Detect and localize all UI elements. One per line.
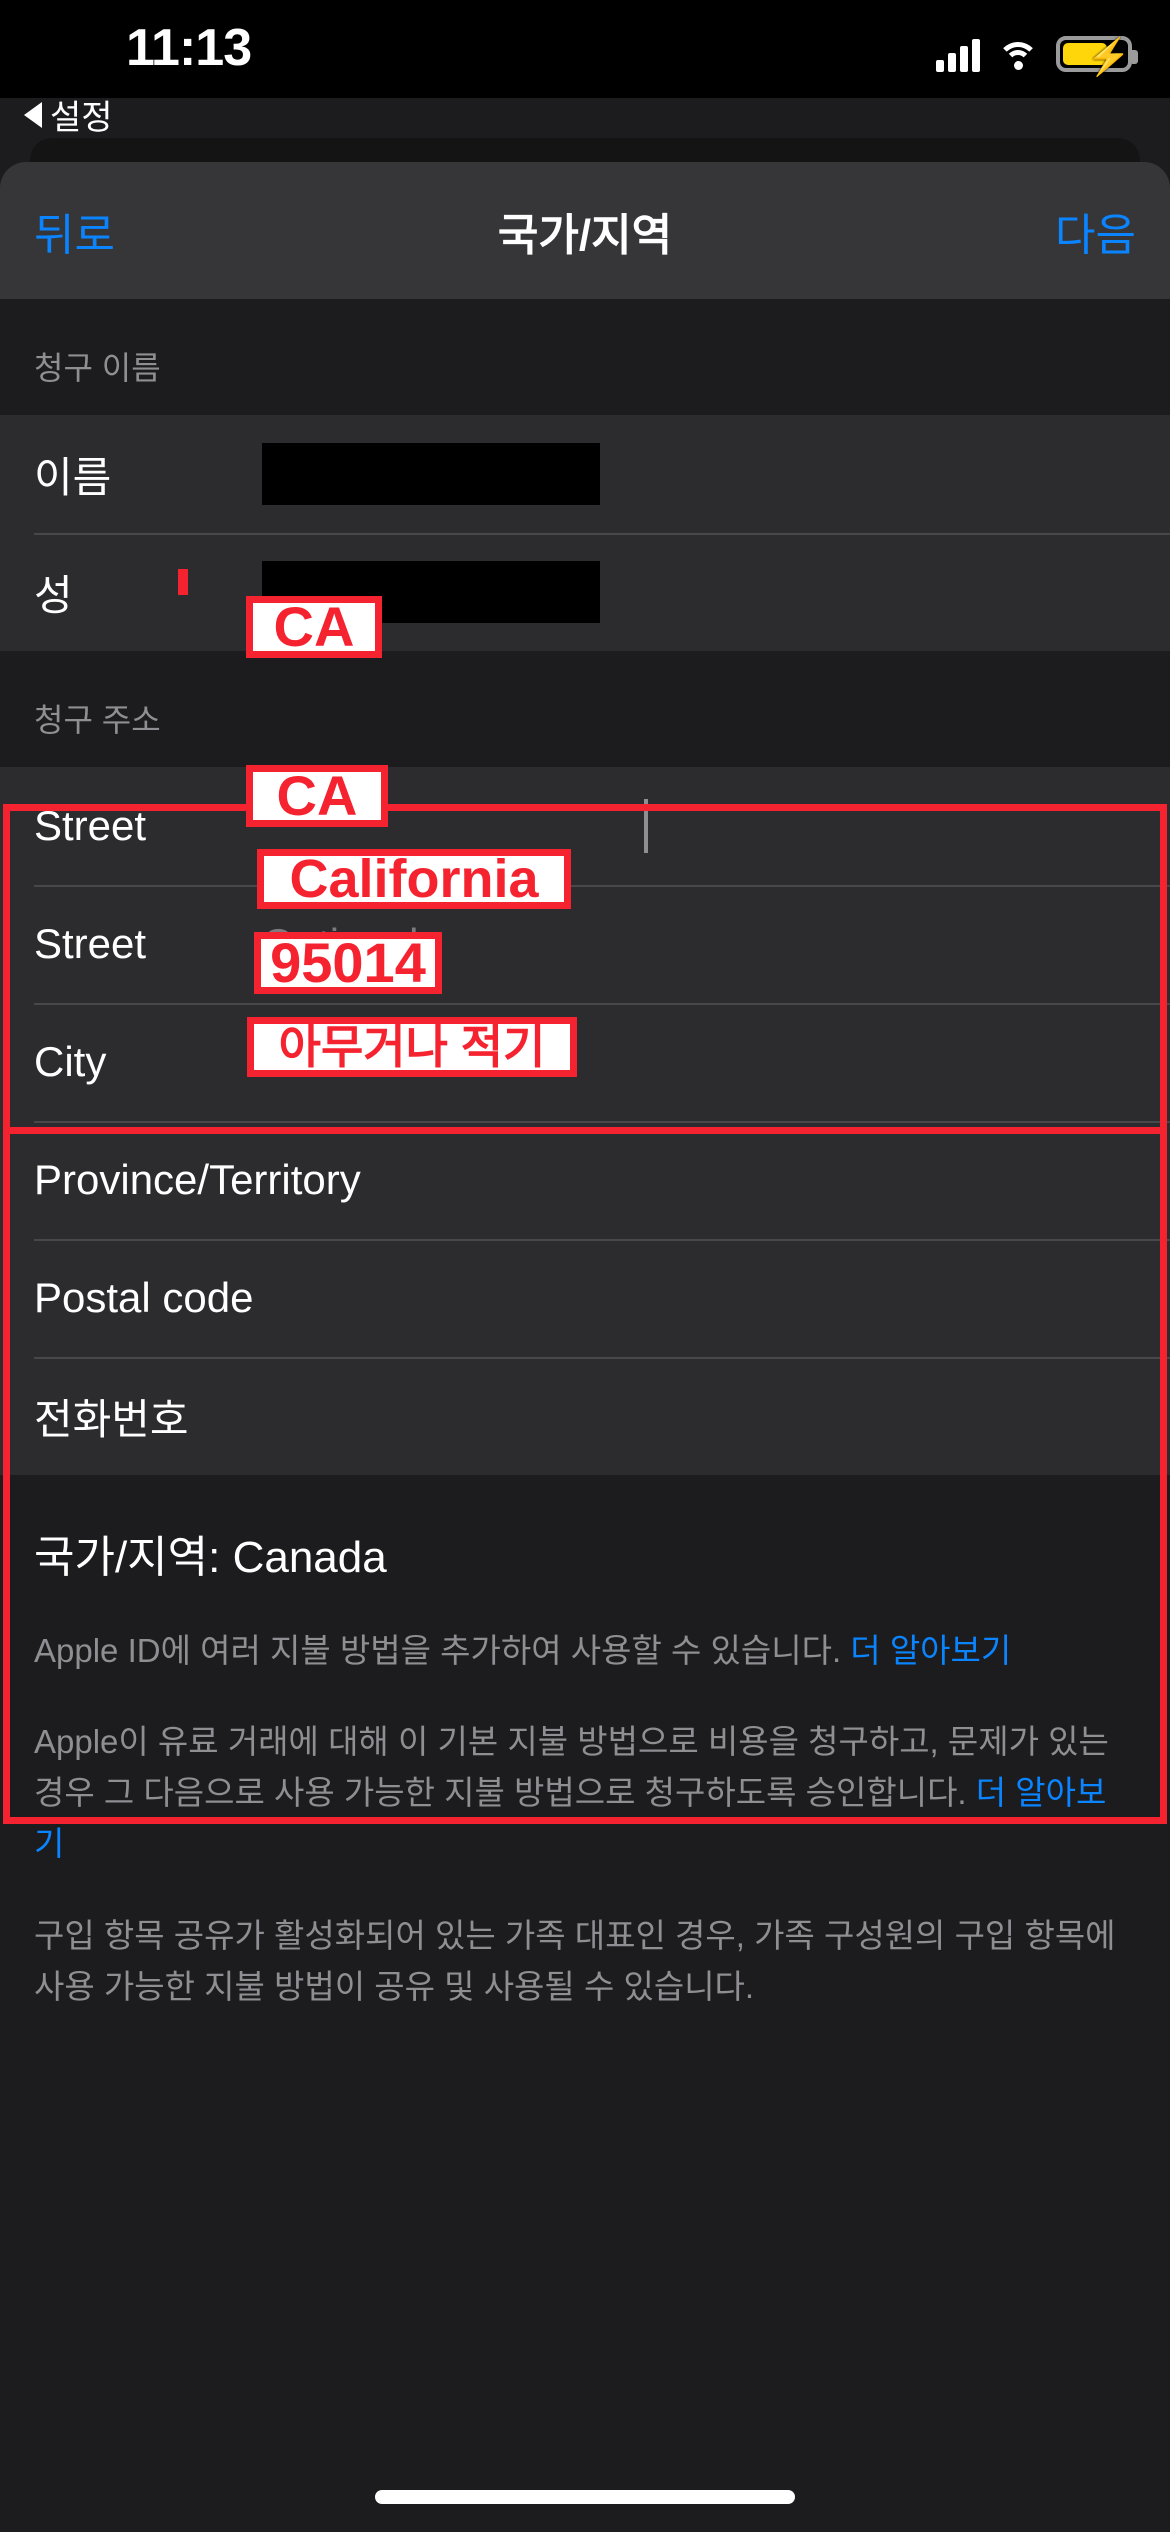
- phone-number-input[interactable]: [262, 1357, 1136, 1475]
- footnote-3-text: 구입 항목 공유가 활성화되어 있는 가족 대표인 경우, 가족 구성원의 구입…: [34, 1916, 1116, 2005]
- status-bar-time: 11:13: [126, 19, 252, 77]
- footnote-2-text: Apple이 유료 거래에 대해 이 기본 지불 방법으로 비용을 청구하고, …: [34, 1723, 1109, 1812]
- annotation-province-california: California: [257, 849, 571, 909]
- phone-number-row[interactable]: 전화번호: [0, 1357, 1170, 1475]
- city-label: City: [34, 1038, 107, 1085]
- battery-charging-icon: ⚡: [1056, 36, 1138, 75]
- street-2-label: Street: [34, 920, 147, 967]
- text-caret-icon: [644, 799, 648, 853]
- home-indicator: [375, 2490, 795, 2504]
- next-button[interactable]: 다음: [1055, 199, 1136, 263]
- city-row[interactable]: City: [0, 1003, 1170, 1121]
- annotation-street-ca: CA: [246, 596, 382, 658]
- billing-address-section-header: 청구 주소: [0, 651, 1170, 767]
- page-title: 국가/지역: [497, 210, 673, 260]
- footnote-1: Apple ID에 여러 지불 방법을 추가하여 사용할 수 있습니다. 더 알…: [34, 1625, 1136, 1676]
- status-bar-indicators: ⚡: [936, 26, 1138, 75]
- first-name-field[interactable]: [262, 415, 1136, 533]
- footnote-3: 구입 항목 공유가 활성화되어 있는 가족 대표인 경우, 가족 구성원의 구입…: [34, 1910, 1136, 2012]
- province-input[interactable]: [262, 1121, 1136, 1239]
- billing-name-group: 이름 성: [0, 415, 1170, 651]
- annotation-city-ca: CA: [246, 765, 388, 827]
- postal-code-input[interactable]: [262, 1239, 1136, 1357]
- country-region-line: 국가/지역: Canada: [0, 1475, 1170, 1621]
- street-2-row[interactable]: Street Optional: [0, 885, 1170, 1003]
- last-name-field[interactable]: [262, 533, 1136, 651]
- cellular-signal-icon: [936, 38, 980, 72]
- footnote-1-link[interactable]: 더 알아보기: [850, 1632, 1011, 1669]
- last-name-label: 성: [34, 571, 73, 619]
- first-name-redaction: [262, 443, 600, 505]
- back-triangle-icon: [24, 101, 42, 128]
- footnote-2: Apple이 유료 거래에 대해 이 기본 지불 방법으로 비용을 청구하고, …: [34, 1716, 1136, 1869]
- wifi-icon: [997, 40, 1039, 72]
- navigation-bar: 뒤로 국가/지역 다음: [0, 162, 1170, 299]
- required-marker-icon: [178, 569, 188, 595]
- breadcrumb-label: 설정: [50, 99, 113, 137]
- postal-code-label: Postal code: [34, 1274, 254, 1321]
- phone-screen: 11:13 ⚡ 설정 뒤로 국가/지역 다음 청구 이름 이름 성 청구 주소 …: [0, 0, 1170, 2532]
- footnotes: Apple ID에 여러 지불 방법을 추가하여 사용할 수 있습니다. 더 알…: [0, 1621, 1170, 2012]
- street-1-row[interactable]: Street: [0, 767, 1170, 885]
- back-button[interactable]: 뒤로: [34, 199, 115, 263]
- first-name-row[interactable]: 이름: [0, 415, 1170, 533]
- phone-number-label: 전화번호: [34, 1395, 189, 1443]
- first-name-label: 이름: [34, 453, 112, 501]
- province-row[interactable]: Province/Territory: [0, 1121, 1170, 1239]
- status-bar: 11:13 ⚡: [0, 0, 1170, 98]
- street-1-label: Street: [34, 802, 147, 849]
- breadcrumb[interactable]: 설정: [24, 90, 113, 139]
- billing-address-group: Street Street Optional City Province/Ter…: [0, 767, 1170, 1475]
- footnote-1-text: Apple ID에 여러 지불 방법을 추가하여 사용할 수 있습니다.: [34, 1632, 851, 1669]
- billing-name-section-header: 청구 이름: [0, 299, 1170, 415]
- postal-code-row[interactable]: Postal code: [0, 1239, 1170, 1357]
- annotation-phone-number-note: 아무거나 적기: [247, 1017, 577, 1077]
- annotation-postal-code-95014: 95014: [254, 932, 442, 994]
- modal-sheet: 뒤로 국가/지역 다음 청구 이름 이름 성 청구 주소 Street Stre…: [0, 162, 1170, 2532]
- last-name-row[interactable]: 성: [0, 533, 1170, 651]
